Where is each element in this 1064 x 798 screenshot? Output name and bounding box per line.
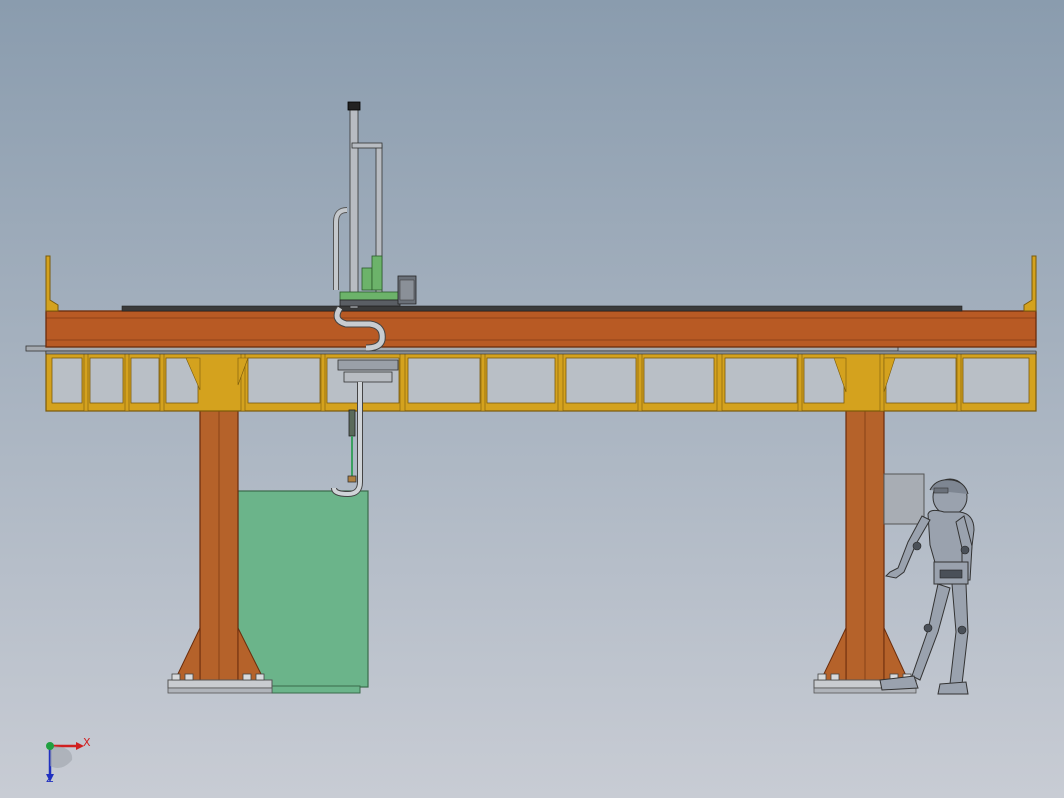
- z-axis-label: Z: [46, 772, 54, 785]
- cad-viewport[interactable]: X Z: [0, 0, 1064, 798]
- water-tank[interactable]: [237, 490, 369, 694]
- x-axis-label: X: [83, 736, 91, 749]
- control-box[interactable]: [883, 473, 925, 525]
- gantry-drawing: X Z: [0, 0, 1064, 798]
- truss-frame[interactable]: [45, 351, 1037, 412]
